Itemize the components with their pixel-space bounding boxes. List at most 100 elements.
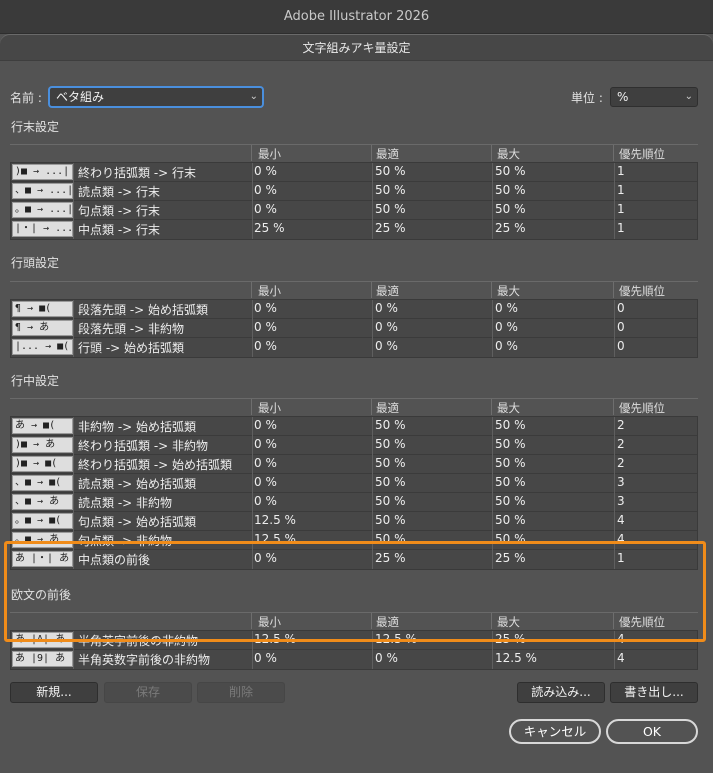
save-button[interactable]: 保存 bbox=[104, 682, 192, 703]
col-max: 最大 bbox=[497, 401, 520, 415]
table-row[interactable]: 、■ → ...| 読点類 -> 行末 0 % 50 % 50 % 1 bbox=[11, 182, 697, 201]
table-row[interactable]: ¶ → あ段落先頭 -> 非約物 0 % 0 % 0 % 0 bbox=[11, 319, 697, 338]
chevron-down-icon: ⌄ bbox=[684, 91, 693, 102]
cell-max[interactable]: 0 % bbox=[495, 320, 518, 334]
col-optimal: 最適 bbox=[376, 284, 399, 298]
ok-button[interactable]: OK bbox=[606, 719, 698, 744]
cell-min[interactable]: 0 % bbox=[254, 418, 277, 432]
cell-opt[interactable]: 50 % bbox=[375, 164, 406, 178]
cell-opt[interactable]: 50 % bbox=[375, 456, 406, 470]
cell-pri[interactable]: 4 bbox=[617, 651, 625, 665]
spacing-type-icon: あ |9| あ bbox=[12, 651, 73, 667]
col-optimal: 最適 bbox=[376, 147, 399, 161]
cell-opt[interactable]: 50 % bbox=[375, 494, 406, 508]
cell-min[interactable]: 0 % bbox=[254, 437, 277, 451]
cell-min[interactable]: 25 % bbox=[254, 221, 285, 235]
table-row[interactable]: 、■ → ■(読点類 -> 始め括弧類 0 % 50 % 50 % 3 bbox=[11, 474, 697, 493]
cell-max[interactable]: 25 % bbox=[495, 221, 526, 235]
cell-min[interactable]: 12.5 % bbox=[254, 513, 296, 527]
col-min: 最小 bbox=[258, 284, 281, 298]
spacing-type-icon: 。■ → ...| bbox=[12, 202, 73, 218]
cell-name: 行頭 -> 始め括弧類 bbox=[78, 341, 185, 355]
new-button[interactable]: 新規... bbox=[10, 682, 98, 703]
cell-opt[interactable]: 50 % bbox=[375, 437, 406, 451]
cell-max[interactable]: 50 % bbox=[495, 437, 526, 451]
cell-name: 中点類 -> 行末 bbox=[78, 223, 161, 237]
cell-max[interactable]: 12.5 % bbox=[495, 651, 537, 665]
delete-button[interactable]: 削除 bbox=[197, 682, 285, 703]
table-row[interactable]: )■ → ...| 終わり括弧類 -> 行末 0 % 50 % 50 % 1 bbox=[11, 163, 697, 182]
cell-pri[interactable]: 1 bbox=[617, 221, 625, 235]
export-button[interactable]: 書き出し... bbox=[610, 682, 698, 703]
cell-opt[interactable]: 50 % bbox=[375, 513, 406, 527]
cell-opt[interactable]: 50 % bbox=[375, 475, 406, 489]
cell-min[interactable]: 0 % bbox=[254, 164, 277, 178]
table-row[interactable]: 、■ → あ読点類 -> 非約物 0 % 50 % 50 % 3 bbox=[11, 493, 697, 512]
unit-select[interactable]: % ⌄ bbox=[610, 87, 698, 107]
cell-min[interactable]: 0 % bbox=[254, 183, 277, 197]
cell-pri[interactable]: 2 bbox=[617, 437, 625, 451]
cell-opt[interactable]: 50 % bbox=[375, 183, 406, 197]
col-min: 最小 bbox=[258, 147, 281, 161]
col-optimal: 最適 bbox=[376, 401, 399, 415]
cell-pri[interactable]: 2 bbox=[617, 456, 625, 470]
cell-pri[interactable]: 1 bbox=[617, 183, 625, 197]
cell-max[interactable]: 50 % bbox=[495, 494, 526, 508]
table-row[interactable]: )■ → あ終わり括弧類 -> 非約物 0 % 50 % 50 % 2 bbox=[11, 436, 697, 455]
cell-opt[interactable]: 0 % bbox=[375, 651, 398, 665]
cell-pri[interactable]: 1 bbox=[617, 202, 625, 216]
cell-max[interactable]: 50 % bbox=[495, 164, 526, 178]
cell-min[interactable]: 0 % bbox=[254, 475, 277, 489]
cell-pri[interactable]: 0 bbox=[617, 339, 625, 353]
cell-opt[interactable]: 0 % bbox=[375, 301, 398, 315]
cell-pri[interactable]: 0 bbox=[617, 301, 625, 315]
import-button[interactable]: 読み込み... bbox=[517, 682, 605, 703]
cell-pri[interactable]: 3 bbox=[617, 475, 625, 489]
column-header: 最小 最適 最大 優先順位 bbox=[10, 398, 698, 415]
cell-name: 句点類 -> 始め括弧類 bbox=[78, 515, 197, 529]
cell-pri[interactable]: 4 bbox=[617, 513, 625, 527]
cell-name: 非約物 -> 始め括弧類 bbox=[78, 420, 197, 434]
cell-max[interactable]: 50 % bbox=[495, 418, 526, 432]
table-row[interactable]: あ |9| あ半角英数字前後の非約物 0 % 0 % 12.5 % 4 bbox=[11, 650, 697, 669]
cell-opt[interactable]: 50 % bbox=[375, 418, 406, 432]
cell-opt[interactable]: 50 % bbox=[375, 202, 406, 216]
highlight-box bbox=[4, 541, 706, 642]
cell-opt[interactable]: 0 % bbox=[375, 339, 398, 353]
cell-max[interactable]: 50 % bbox=[495, 183, 526, 197]
cell-max[interactable]: 50 % bbox=[495, 456, 526, 470]
cell-pri[interactable]: 3 bbox=[617, 494, 625, 508]
table-row[interactable]: 。■ → ■(句点類 -> 始め括弧類 12.5 % 50 % 50 % 4 bbox=[11, 512, 697, 531]
dialog: 文字組みアキ量設定 名前 : ベタ組み ⌄ 単位 : % ⌄ 行末設定 最小 最… bbox=[0, 34, 713, 773]
cell-pri[interactable]: 1 bbox=[617, 164, 625, 178]
name-select[interactable]: ベタ組み ⌄ bbox=[49, 87, 263, 107]
table-row[interactable]: )■ → ■(終わり括弧類 -> 始め括弧類 0 % 50 % 50 % 2 bbox=[11, 455, 697, 474]
dialog-title: 文字組みアキ量設定 bbox=[0, 35, 713, 61]
cell-max[interactable]: 0 % bbox=[495, 339, 518, 353]
table-row[interactable]: |・| → ...| 中点類 -> 行末 25 % 25 % 25 % 1 bbox=[11, 220, 697, 239]
cell-min[interactable]: 0 % bbox=[254, 494, 277, 508]
cell-pri[interactable]: 2 bbox=[617, 418, 625, 432]
table-row[interactable]: |... → ■(行頭 -> 始め括弧類 0 % 0 % 0 % 0 bbox=[11, 338, 697, 357]
table-line-end: )■ → ...| 終わり括弧類 -> 行末 0 % 50 % 50 % 1 、■ → ..… bbox=[10, 162, 698, 240]
cell-max[interactable]: 50 % bbox=[495, 202, 526, 216]
table-row[interactable]: あ → ■(非約物 -> 始め括弧類 0 % 50 % 50 % 2 bbox=[11, 417, 697, 436]
table-row[interactable]: 。■ → ...| 句点類 -> 行末 0 % 50 % 50 % 1 bbox=[11, 201, 697, 220]
cell-max[interactable]: 50 % bbox=[495, 513, 526, 527]
cell-min[interactable]: 0 % bbox=[254, 456, 277, 470]
cell-max[interactable]: 50 % bbox=[495, 475, 526, 489]
cell-min[interactable]: 0 % bbox=[254, 320, 277, 334]
cell-min[interactable]: 0 % bbox=[254, 339, 277, 353]
cell-min[interactable]: 0 % bbox=[254, 651, 277, 665]
col-max: 最大 bbox=[497, 147, 520, 161]
cell-min[interactable]: 0 % bbox=[254, 301, 277, 315]
col-priority: 優先順位 bbox=[619, 284, 665, 298]
cancel-button[interactable]: キャンセル bbox=[509, 719, 601, 744]
cell-max[interactable]: 0 % bbox=[495, 301, 518, 315]
table-row[interactable]: ¶ → ■(段落先頭 -> 始め括弧類 0 % 0 % 0 % 0 bbox=[11, 300, 697, 319]
cell-opt[interactable]: 25 % bbox=[375, 221, 406, 235]
cell-min[interactable]: 0 % bbox=[254, 202, 277, 216]
cell-pri[interactable]: 0 bbox=[617, 320, 625, 334]
cell-opt[interactable]: 0 % bbox=[375, 320, 398, 334]
spacing-type-icon: ¶ → ■( bbox=[12, 301, 73, 317]
